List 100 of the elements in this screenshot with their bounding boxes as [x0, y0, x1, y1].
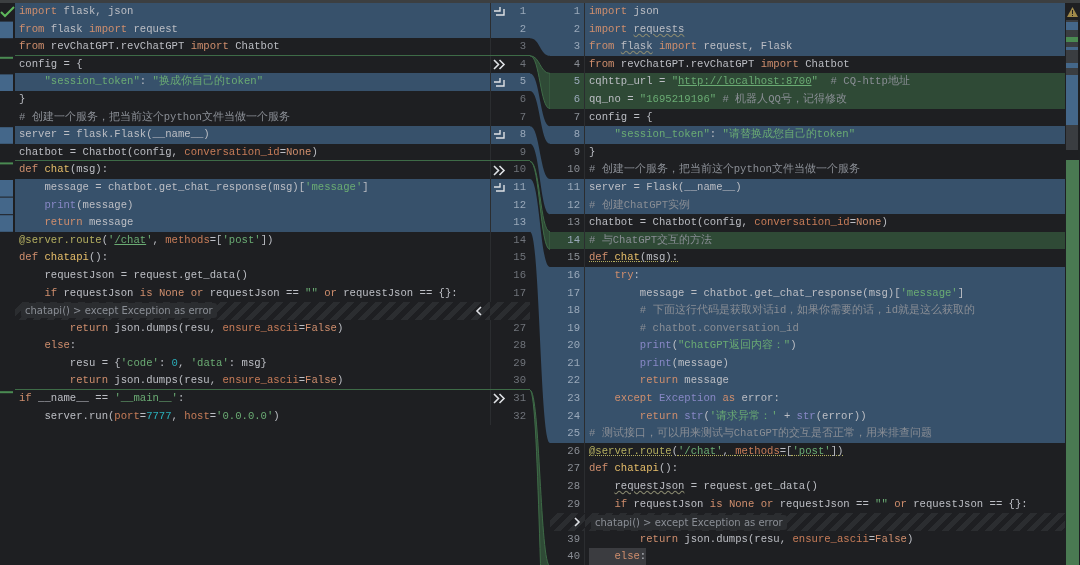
- accept-change-icon[interactable]: [493, 6, 505, 18]
- code-line: message = chatbot.get_chat_response(msg)['message']: [638, 285, 965, 301]
- code-line: def chat(msg):: [589, 250, 679, 266]
- code-line: def chatapi():: [19, 250, 109, 266]
- code-line: resu = {'code': 0, 'data': msg}: [68, 355, 267, 371]
- line-number: 9: [572, 144, 580, 160]
- line-number: 17: [513, 285, 526, 301]
- line-number: 22: [566, 373, 580, 389]
- code-line: "session_token": "换成你自己的token": [43, 74, 264, 90]
- check-icon[interactable]: [0, 6, 15, 18]
- code-line: return json.dumps(resu, ensure_ascii=False): [638, 531, 914, 547]
- chevron-left-icon[interactable]: [475, 305, 482, 316]
- line-number: 9: [519, 144, 526, 160]
- code-line: return str('请求异常：' + str(error)): [638, 408, 867, 424]
- code-line: if requestJson is None or requestJson == "" or requestJson == {}:: [43, 285, 458, 301]
- line-number: 29: [513, 355, 526, 371]
- line-number: 8: [519, 127, 526, 143]
- line-number: 15: [513, 250, 526, 266]
- code-line: requestJson = request.get_data(): [43, 267, 248, 283]
- code-line: import json: [589, 4, 659, 19]
- line-number: 5: [519, 74, 526, 90]
- line-number: 19: [566, 320, 580, 336]
- accept-change-icon[interactable]: [493, 76, 505, 88]
- fold-label[interactable]: chatapi() > except Exception as error: [21, 303, 217, 319]
- code-line: qq_no = "1695219196" # 机器人QQ号，记得修改: [589, 91, 847, 107]
- line-number: 23: [566, 391, 580, 407]
- code-line: requestJson = request.get_data(): [613, 479, 818, 495]
- fold-label[interactable]: chatapi() > except Exception as error: [591, 514, 787, 530]
- code-line: # 创建一个服务，把当前这个python文件当做一个服务: [589, 162, 860, 178]
- code-line: # 创建一个服务，把当前这个python文件当做一个服务: [19, 109, 290, 125]
- code-line: # 创建ChatGPT实例: [589, 197, 691, 213]
- line-number: 12: [566, 197, 580, 213]
- code-line: # 与ChatGPT交互的方法: [589, 232, 713, 248]
- line-number: 4: [572, 56, 580, 72]
- code-line: print(message): [638, 355, 729, 371]
- accept-change-icon[interactable]: [493, 129, 505, 141]
- code-line: }: [589, 144, 596, 160]
- code-line: chatbot = Chatbot(config, conversation_id=None): [589, 215, 888, 231]
- line-number: 13: [513, 215, 526, 231]
- line-number: 10: [566, 162, 580, 178]
- line-number: 24: [566, 408, 580, 424]
- code-line: server = flask.Flask(__name__): [19, 127, 210, 143]
- line-number: 2: [572, 21, 580, 37]
- line-number: 40: [566, 549, 580, 565]
- line-number: 21: [566, 355, 580, 371]
- line-number: 28: [513, 338, 526, 354]
- line-number: 11: [566, 179, 580, 195]
- chevron-right-icon[interactable]: [574, 517, 581, 527]
- line-number: 11: [513, 179, 526, 195]
- code-line: # chatbot.conversation_id: [638, 320, 799, 336]
- line-number: 15: [566, 250, 580, 266]
- line-number: 31: [513, 391, 526, 407]
- code-line: cqhttp_url = "http://localhost:8700" # CQ-http地址: [589, 74, 910, 90]
- line-number: 39: [566, 531, 580, 547]
- line-number: 17: [566, 285, 580, 301]
- line-number: 27: [566, 461, 580, 477]
- code-line: "session_token": "请替换成您自己的token": [613, 127, 856, 143]
- line-number: 20: [566, 338, 580, 354]
- code-line: def chatapi():: [589, 461, 679, 477]
- code-line: else:: [43, 338, 77, 354]
- line-number: 26: [566, 443, 580, 459]
- code-line: try:: [613, 267, 640, 283]
- line-number: 4: [519, 56, 526, 72]
- code-line: from revChatGPT.revChatGPT import Chatbot: [589, 56, 850, 72]
- accept-change-icon[interactable]: [493, 182, 505, 194]
- code-line: message = chatbot.get_chat_response(msg)['message']: [43, 179, 369, 195]
- code-line: import flask, json: [19, 4, 134, 19]
- line-number: 25: [566, 426, 580, 442]
- code-line: server = Flask(__name__): [589, 179, 742, 195]
- line-number: 16: [566, 267, 580, 283]
- line-number: 1: [519, 4, 526, 19]
- code-line: return message: [43, 215, 134, 231]
- double-chevron-icon[interactable]: [493, 393, 506, 405]
- code-line: if requestJson is None or requestJson == "" or requestJson == {}:: [613, 496, 1028, 512]
- line-number: 28: [566, 479, 580, 495]
- line-number: 13: [566, 215, 580, 231]
- code-line: return message: [638, 373, 729, 389]
- line-number: 7: [572, 109, 580, 125]
- code-line: }: [19, 91, 26, 107]
- code-line: print("ChatGPT返回内容："): [638, 338, 797, 354]
- line-number: 29: [566, 496, 580, 512]
- line-number: 7: [519, 109, 526, 125]
- code-line: from flask import request, Flask: [589, 39, 793, 55]
- line-number: 14: [513, 232, 526, 248]
- line-number: 6: [519, 91, 526, 107]
- code-line: if __name__ == '__main__':: [19, 391, 185, 407]
- line-number: 12: [513, 197, 526, 213]
- code-line: def chat(msg):: [19, 162, 109, 178]
- code-line: @server.route('/chat', methods=['post']): [19, 232, 274, 248]
- double-chevron-icon[interactable]: [493, 164, 506, 176]
- code-line: chatbot = Chatbot(config, conversation_id=None): [19, 144, 318, 160]
- code-line: from flask import request: [19, 21, 178, 37]
- line-number: 16: [513, 267, 526, 283]
- code-line: from revChatGPT.revChatGPT import Chatbot: [19, 39, 280, 55]
- line-number: 14: [566, 232, 580, 248]
- line-number: 3: [572, 39, 580, 55]
- code-line: except Exception as error:: [613, 391, 780, 407]
- double-chevron-icon[interactable]: [493, 59, 506, 71]
- line-number: 5: [572, 74, 580, 90]
- code-line: return json.dumps(resu, ensure_ascii=False): [68, 320, 344, 336]
